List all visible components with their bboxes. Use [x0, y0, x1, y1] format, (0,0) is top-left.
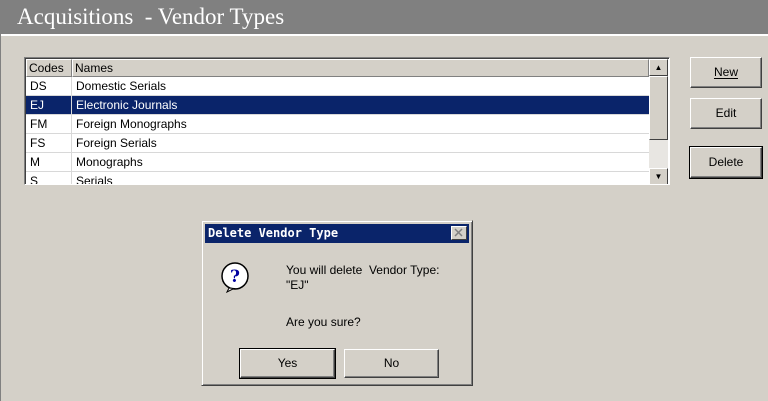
list-header: Codes Names	[26, 59, 649, 77]
row-name: Serials	[76, 174, 113, 185]
row-name: Foreign Serials	[76, 136, 157, 150]
dialog-message-line2: "EJ"	[286, 278, 309, 292]
no-button[interactable]: No	[344, 349, 439, 378]
page-title: Acquisitions - Vendor Types	[17, 4, 285, 29]
scroll-thumb[interactable]	[649, 76, 668, 140]
row-name: Foreign Monographs	[76, 117, 187, 131]
delete-confirm-dialog: Delete Vendor Type ? You will delete Ven…	[201, 220, 473, 386]
row-code: EJ	[26, 96, 72, 114]
table-row[interactable]: M Monographs	[26, 153, 649, 172]
row-name: Electronic Journals	[76, 98, 178, 112]
vendor-types-list[interactable]: Codes Names DS Domestic Serials EJ Elect…	[24, 57, 670, 185]
dialog-question: Are you sure?	[286, 315, 361, 329]
row-code: FS	[26, 134, 72, 152]
scroll-up-button[interactable]: ▲	[649, 59, 668, 76]
close-icon	[454, 228, 463, 237]
no-button-label: No	[383, 356, 400, 370]
new-button[interactable]: New	[690, 57, 762, 88]
delete-button[interactable]: Delete	[689, 146, 763, 179]
dialog-close-button[interactable]	[451, 226, 467, 240]
table-row[interactable]: FM Foreign Monographs	[26, 115, 649, 134]
table-row[interactable]: S Serials	[26, 172, 649, 185]
arrow-down-icon: ▼	[654, 172, 663, 181]
yes-button[interactable]: Yes	[239, 348, 336, 379]
edit-button-label: Edit	[715, 106, 737, 120]
scroll-down-button[interactable]: ▼	[649, 168, 668, 184]
row-code: FM	[26, 115, 72, 133]
delete-button-label: Delete	[708, 155, 744, 169]
row-code: M	[26, 153, 72, 171]
dialog-message-line1: You will delete Vendor Type:	[286, 263, 440, 277]
row-name: Domestic Serials	[76, 79, 167, 93]
row-code: DS	[26, 77, 72, 95]
vertical-scrollbar[interactable]: ▲ ▼	[649, 59, 668, 184]
table-row[interactable]: DS Domestic Serials	[26, 77, 649, 96]
question-icon: ?	[221, 262, 249, 293]
dialog-title-bar: Delete Vendor Type	[205, 224, 469, 243]
column-header-codes[interactable]: Codes	[26, 59, 72, 77]
list-content: Codes Names DS Domestic Serials EJ Elect…	[26, 59, 649, 185]
dialog-title: Delete Vendor Type	[208, 226, 339, 240]
svg-text:?: ?	[230, 267, 240, 287]
table-row[interactable]: FS Foreign Serials	[26, 134, 649, 153]
main-window: Acquisitions - Vendor Types Codes Names …	[0, 0, 768, 401]
title-bar: Acquisitions - Vendor Types	[1, 0, 768, 36]
table-row-selected[interactable]: EJ Electronic Journals	[26, 96, 649, 115]
row-code: S	[26, 172, 72, 184]
edit-button[interactable]: Edit	[690, 98, 762, 129]
yes-button-label: Yes	[277, 356, 298, 370]
new-button-label: New	[713, 65, 738, 79]
column-header-names[interactable]: Names	[72, 59, 649, 77]
arrow-up-icon: ▲	[654, 63, 663, 72]
row-name: Monographs	[76, 155, 143, 169]
